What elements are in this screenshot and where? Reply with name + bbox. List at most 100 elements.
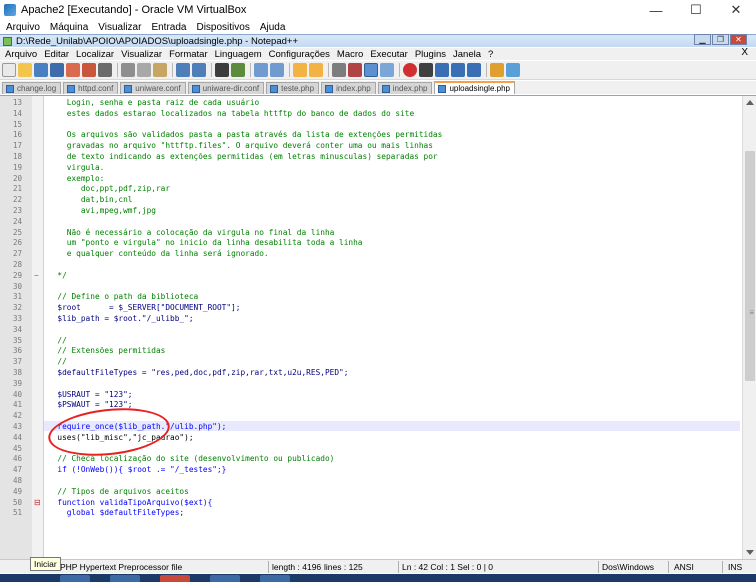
npp-document-close-button[interactable]: X (741, 47, 748, 58)
open-file-icon[interactable] (18, 63, 32, 77)
code-line[interactable]: exemplo: (48, 174, 105, 185)
taskbar-app-icon[interactable] (60, 575, 90, 582)
code-line[interactable]: // Tipos de arquivos aceitos (48, 487, 188, 498)
npp-menu-arquivo[interactable]: Arquivo (5, 49, 37, 60)
code-line[interactable]: $lib_path = $root."/_ulibb_"; (48, 314, 193, 325)
npp-menu-visualizar[interactable]: Visualizar (121, 49, 162, 60)
new-file-icon[interactable] (2, 63, 16, 77)
code-line[interactable]: dat,bin,cnl (48, 195, 133, 206)
npp-close-button[interactable]: ✕ (730, 34, 747, 45)
code-line[interactable]: e qualquer conteúdo da linha será ignora… (48, 249, 269, 260)
npp-menu-plugins[interactable]: Plugins (415, 49, 446, 60)
record-macro-icon[interactable] (403, 63, 417, 77)
code-line[interactable]: // Checa localização do site (desenvolvi… (48, 454, 334, 465)
scroll-down-icon[interactable] (746, 550, 754, 555)
npp-menu-janela[interactable]: Janela (453, 49, 481, 60)
scrollbar-thumb[interactable] (745, 151, 755, 381)
npp-menu-configuracoes[interactable]: Configurações (269, 49, 330, 60)
save-icon[interactable] (34, 63, 48, 77)
undo-icon[interactable] (176, 63, 190, 77)
save-macro-icon[interactable] (467, 63, 481, 77)
paste-icon[interactable] (153, 63, 167, 77)
show-all-chars-icon[interactable] (348, 63, 362, 77)
fold-marker-icon[interactable]: − (34, 271, 39, 280)
vbox-menu-maquina[interactable]: Máquina (50, 22, 88, 33)
tab-uniware-conf[interactable]: uniware.conf (120, 82, 186, 94)
code-line[interactable]: Os arquivos são validados pasta a pasta … (48, 130, 443, 141)
code-line[interactable]: de texto indicando as extenções permitid… (48, 152, 438, 163)
tab-httpd-conf[interactable]: httpd.conf (63, 82, 119, 94)
sync-v-scroll-icon[interactable] (293, 63, 307, 77)
play-macro-icon[interactable] (435, 63, 449, 77)
minimize-button[interactable]: — (636, 0, 676, 20)
code-line[interactable]: function validaTipoArquivo($ext){ (48, 498, 212, 509)
tab-teste-php[interactable]: teste.php (266, 82, 320, 94)
tab-index-php-2[interactable]: index.php (377, 82, 433, 94)
tab-index-php[interactable]: index.php (321, 82, 376, 94)
code-line[interactable]: virgula. (48, 163, 105, 174)
zoom-in-icon[interactable] (254, 63, 268, 77)
npp-menu-editar[interactable]: Editar (44, 49, 69, 60)
fold-marker-icon[interactable]: ⊟ (34, 498, 41, 507)
code-line[interactable]: estes dados estarao localizados na tabel… (48, 109, 414, 120)
npp-menu-localizar[interactable]: Localizar (76, 49, 114, 60)
code-line[interactable]: $USRAUT = "123"; (48, 390, 132, 401)
code-line[interactable]: $defaultFileTypes = "res,ped,doc,pdf,zip… (48, 368, 348, 379)
maximize-button[interactable]: ☐ (676, 0, 716, 20)
code-line[interactable]: um "ponto e virgula" no inicio da linha … (48, 238, 363, 249)
npp-menu-formatar[interactable]: Formatar (169, 49, 208, 60)
code-line[interactable]: // (48, 357, 66, 368)
code-line[interactable]: if (!OnWeb()){ $root .= "/_testes";} (48, 465, 226, 476)
vbox-menu-arquivo[interactable]: Arquivo (6, 22, 40, 33)
vbox-menu-ajuda[interactable]: Ajuda (260, 22, 286, 33)
taskbar-app-icon[interactable] (160, 575, 190, 582)
npp-menu-help[interactable]: ? (488, 49, 493, 60)
close-file-icon[interactable] (66, 63, 80, 77)
code-line[interactable]: */ (48, 271, 66, 282)
code-line[interactable]: gravadas no arquivo "httftp.files". O ar… (48, 141, 433, 152)
code-line[interactable]: // Extensões permitidas (48, 346, 165, 357)
taskbar-app-icon[interactable] (110, 575, 140, 582)
taskbar-app-icon[interactable] (210, 575, 240, 582)
code-line[interactable]: // Define o path da biblioteca (48, 292, 198, 303)
close-all-icon[interactable] (82, 63, 96, 77)
code-editor[interactable]: Login, senha e pasta raiz de cada usuári… (0, 95, 756, 559)
spell-check-icon[interactable] (506, 63, 520, 77)
document-map-icon[interactable] (380, 63, 394, 77)
indent-guide-icon[interactable] (364, 63, 378, 77)
word-wrap-icon[interactable] (332, 63, 346, 77)
code-line[interactable]: Login, senha e pasta raiz de cada usuári… (48, 98, 259, 109)
npp-restore-button[interactable]: ❐ (712, 34, 729, 45)
save-all-icon[interactable] (50, 63, 64, 77)
taskbar-app-icon[interactable] (260, 575, 290, 582)
print-icon[interactable] (98, 63, 112, 77)
stop-macro-icon[interactable] (419, 63, 433, 77)
function-list-icon[interactable] (490, 63, 504, 77)
zoom-out-icon[interactable] (270, 63, 284, 77)
tab-uniware-dir-conf[interactable]: uniware-dir.conf (187, 82, 265, 94)
npp-menu-executar[interactable]: Executar (370, 49, 408, 60)
vertical-scrollbar[interactable]: ≡ (742, 96, 756, 559)
run-macro-multiple-icon[interactable] (451, 63, 465, 77)
copy-icon[interactable] (137, 63, 151, 77)
sync-h-scroll-icon[interactable] (309, 63, 323, 77)
npp-menu-linguagem[interactable]: Linguagem (215, 49, 262, 60)
npp-minimize-button[interactable]: ▁ (694, 34, 711, 45)
tab-change-log[interactable]: change.log (2, 82, 62, 94)
code-line[interactable]: // (48, 336, 66, 347)
code-line[interactable]: $root = $_SERVER["DOCUMENT_ROOT"]; (48, 303, 240, 314)
find-icon[interactable] (215, 63, 229, 77)
replace-icon[interactable] (231, 63, 245, 77)
code-line[interactable]: avi,mpeg,wmf,jpg (48, 206, 156, 217)
vbox-menu-entrada[interactable]: Entrada (151, 22, 186, 33)
code-line[interactable]: doc,ppt,pdf,zip,rar (48, 184, 170, 195)
vbox-menu-visualizar[interactable]: Visualizar (98, 22, 141, 33)
close-button[interactable]: ✕ (716, 0, 756, 20)
npp-menu-macro[interactable]: Macro (337, 49, 363, 60)
vbox-menu-dispositivos[interactable]: Dispositivos (196, 22, 249, 33)
code-line[interactable]: Não é necessário a colocação da virgula … (48, 228, 335, 239)
tab-uploadsingle-php[interactable]: uploadsingle.php (434, 81, 515, 94)
redo-icon[interactable] (192, 63, 206, 77)
code-line[interactable]: global $defaultFileTypes; (48, 508, 184, 519)
fold-margin[interactable] (32, 96, 44, 559)
